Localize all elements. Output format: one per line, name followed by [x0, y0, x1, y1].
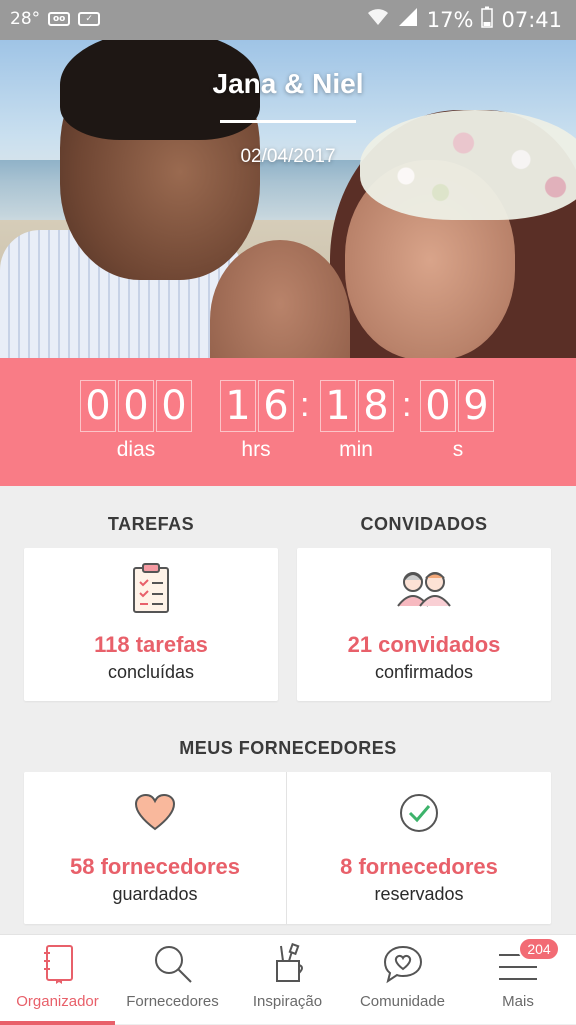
countdown-minutes: 1 8 — [320, 380, 394, 432]
heart-icon — [134, 793, 176, 837]
tasks-card[interactable]: 118 tarefas concluídas — [24, 548, 278, 701]
vendors-booked[interactable]: 8 fornecedores reservados — [287, 772, 551, 924]
seconds-digit: 0 — [420, 380, 456, 432]
nav-comunidade[interactable]: Comunidade — [345, 935, 460, 1025]
days-digit: 0 — [156, 380, 192, 432]
nav-fornecedores[interactable]: Fornecedores — [115, 935, 230, 1025]
tasks-title: TAREFAS — [107, 514, 195, 534]
seconds-label: s — [452, 438, 464, 461]
vendors-saved-count: 58 fornecedores — [70, 854, 240, 879]
wifi-icon — [367, 7, 389, 32]
minutes-label: min — [339, 438, 373, 461]
hours-label: hrs — [241, 438, 271, 461]
guests-title: CONVIDADOS — [360, 514, 488, 534]
nav-label: Mais — [502, 993, 534, 1010]
vendors-divider — [286, 772, 287, 924]
clock: 07:41 — [501, 7, 562, 32]
separator: : — [402, 386, 412, 424]
countdown-seconds: 0 9 — [420, 380, 494, 432]
guests-sub: confirmados — [374, 662, 474, 682]
wedding-date: 02/04/2017 — [240, 146, 336, 167]
nav-organizador[interactable]: Organizador — [0, 935, 115, 1025]
guests-count: 21 convidados — [347, 632, 501, 657]
minutes-digit: 1 — [320, 380, 356, 432]
guests-card[interactable]: 21 convidados confirmados — [297, 548, 551, 701]
separator: : — [300, 386, 310, 424]
chat-heart-icon — [382, 943, 424, 990]
notification-badge: 204 — [518, 937, 560, 961]
countdown: 0 0 0 1 6 : 1 8 : 0 9 dias hrs min s — [0, 358, 576, 486]
nav-label: Comunidade — [359, 993, 446, 1010]
bottom-navigation: Organizador Fornecedores Inspiração Comu… — [0, 934, 576, 1025]
guests-couple-icon — [396, 568, 452, 613]
countdown-hours: 1 6 — [220, 380, 294, 432]
tasks-count: 118 tarefas — [94, 632, 208, 657]
couple-photo[interactable]: Jana & Niel 02/04/2017 — [0, 40, 576, 358]
countdown-days: 0 0 0 — [80, 380, 192, 432]
signal-icon — [397, 7, 419, 32]
days-digit: 0 — [80, 380, 116, 432]
vendors-booked-count: 8 fornecedores — [340, 854, 498, 879]
days-digit: 0 — [118, 380, 154, 432]
couple-names: Jana & Niel — [212, 68, 364, 99]
brush-cup-icon — [271, 942, 305, 990]
active-tab-indicator — [0, 1021, 115, 1025]
hours-digit: 1 — [220, 380, 256, 432]
days-label: dias — [116, 438, 156, 461]
status-bar: 28° oo ✓ 17% 07:41 — [0, 0, 576, 40]
vendors-booked-sub: reservados — [374, 884, 464, 904]
battery-percent: 17% — [426, 7, 474, 32]
nav-inspiracao[interactable]: Inspiração — [230, 935, 345, 1025]
temperature: 28° — [10, 9, 41, 29]
nav-label: Inspiração — [252, 993, 323, 1010]
search-icon — [152, 943, 194, 990]
clipboard-checklist-icon — [131, 562, 171, 619]
notebook-icon — [41, 943, 75, 990]
title-underline — [220, 120, 356, 123]
vendors-saved[interactable]: 58 fornecedores guardados — [24, 772, 286, 924]
nav-label: Fornecedores — [126, 993, 219, 1010]
tasks-sub: concluídas — [107, 662, 195, 682]
battery-icon — [481, 6, 494, 33]
nav-label: Organizador — [16, 993, 99, 1010]
vendors-title: MEUS FORNECEDORES — [179, 738, 397, 758]
check-circle-icon — [398, 792, 440, 839]
download-icon: ✓ — [78, 12, 101, 26]
hours-digit: 6 — [258, 380, 294, 432]
voicemail-icon: oo — [48, 12, 71, 26]
seconds-digit: 9 — [458, 380, 494, 432]
vendors-saved-sub: guardados — [112, 884, 198, 904]
minutes-digit: 8 — [358, 380, 394, 432]
